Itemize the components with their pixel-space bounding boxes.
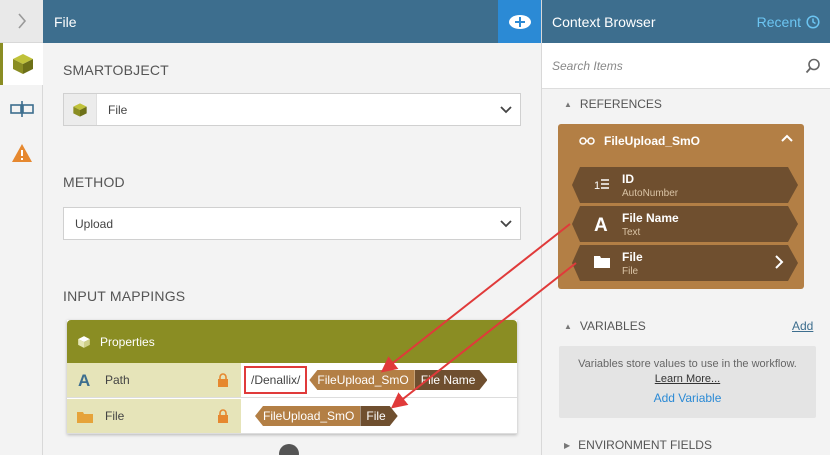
field-type: AutoNumber xyxy=(622,188,679,199)
chevron-right-icon[interactable] xyxy=(774,255,784,269)
field-name: File xyxy=(622,250,643,264)
variables-section-toggle[interactable]: ▲ VARIABLES xyxy=(564,319,646,333)
search-input[interactable]: Search Items xyxy=(552,59,805,73)
smartobject-reference-name: FileUpload_SmO xyxy=(604,133,701,148)
property-name: Path xyxy=(105,373,130,387)
text-type-icon: A xyxy=(594,215,610,233)
smartobject-icon xyxy=(13,54,33,74)
field-type: File xyxy=(622,266,639,277)
smartobject-value: File xyxy=(108,102,128,117)
context-browser-header: Context Browser Recent xyxy=(542,0,830,43)
property-name: File xyxy=(105,409,125,423)
expand-triangle-icon: ▶ xyxy=(564,440,571,450)
folder-icon xyxy=(594,254,610,268)
environment-fields-label: ENVIRONMENT FIELDS xyxy=(578,438,712,452)
reference-field-id[interactable]: 1 ID AutoNumber xyxy=(572,167,798,203)
add-mapping-button[interactable] xyxy=(279,444,299,455)
chevron-down-icon xyxy=(492,219,520,228)
path-literal: /Denallix/ xyxy=(244,366,308,394)
reference-field-file-name[interactable]: A File Name Text xyxy=(572,206,798,242)
smartobject-reference-card: FileUpload_SmO 1 ID AutoNumber A File Na… xyxy=(558,124,804,289)
wizard-panel: File SMARTOBJECT File METHOD Upload INPU… xyxy=(43,0,541,455)
field-name: ID xyxy=(622,172,634,186)
mapping-row-path: A Path /Denallix/ FileUpload_SmO File Na… xyxy=(67,363,517,398)
chevron-right-icon xyxy=(17,13,26,29)
chevron-down-icon xyxy=(492,105,520,114)
autonumber-icon: 1 xyxy=(594,176,610,192)
method-label: METHOD xyxy=(63,174,125,190)
smartobject-reference-icon xyxy=(579,136,595,145)
collapse-triangle-icon: ▲ xyxy=(564,321,572,331)
token-source: FileUpload_SmO xyxy=(309,370,415,390)
method-select[interactable]: Upload xyxy=(63,207,521,240)
field-name: File Name xyxy=(622,211,679,225)
collapse-triangle-icon: ▲ xyxy=(564,99,572,109)
smartobject-select[interactable]: File xyxy=(63,93,521,126)
warning-icon xyxy=(11,144,32,162)
references-label: REFERENCES xyxy=(579,97,662,111)
reference-token[interactable]: FileUpload_SmO File xyxy=(255,406,398,426)
search-icon[interactable] xyxy=(805,58,821,74)
smartobject-reference-header[interactable]: FileUpload_SmO xyxy=(558,124,804,157)
references-section-toggle[interactable]: ▲ REFERENCES xyxy=(564,97,662,111)
properties-title: Properties xyxy=(100,334,155,349)
token-field: File xyxy=(360,406,397,426)
properties-icon xyxy=(78,335,90,348)
clock-icon xyxy=(806,14,820,29)
expand-rail-button[interactable] xyxy=(0,0,43,43)
text-type-icon: A xyxy=(78,372,90,388)
variables-empty-box: Variables store values to use in the wor… xyxy=(559,346,816,418)
properties-header[interactable]: Properties xyxy=(67,320,517,363)
add-variable-link[interactable]: Add xyxy=(792,319,813,333)
property-value-field[interactable]: FileUpload_SmO File xyxy=(241,399,517,433)
input-mapping-icon xyxy=(9,101,34,117)
folder-icon xyxy=(77,411,93,423)
svg-text:1: 1 xyxy=(594,180,600,192)
svg-text:A: A xyxy=(594,215,608,233)
search-box[interactable]: Search Items xyxy=(542,43,830,89)
learn-more-link[interactable]: Learn More... xyxy=(559,372,816,387)
field-type: Text xyxy=(622,227,641,238)
variables-label: VARIABLES xyxy=(579,319,646,333)
reference-field-file[interactable]: File File xyxy=(572,245,798,281)
recent-label: Recent xyxy=(756,13,801,30)
properties-table: Properties A Path /Denallix/ FileUpload_… xyxy=(67,320,517,434)
smartobject-icon xyxy=(64,94,97,125)
lock-icon xyxy=(218,409,228,423)
rail-warning-tab[interactable] xyxy=(0,132,43,174)
environment-fields-section-toggle[interactable]: ▶ ENVIRONMENT FIELDS xyxy=(564,438,712,452)
mapping-row-file: File FileUpload_SmO File xyxy=(67,399,517,434)
lock-icon xyxy=(218,373,228,387)
method-value: Upload xyxy=(75,216,114,231)
input-mappings-label: INPUT MAPPINGS xyxy=(63,288,186,304)
recent-button[interactable]: Recent xyxy=(757,14,820,30)
rail-smartobject-tab[interactable] xyxy=(0,43,43,85)
token-field: File Name xyxy=(415,370,488,390)
smartobject-label: SMARTOBJECT xyxy=(63,62,169,78)
variables-description: Variables store values to use in the wor… xyxy=(578,358,797,370)
property-value-field[interactable]: /Denallix/ FileUpload_SmO File Name xyxy=(241,363,517,397)
add-variable-button[interactable]: Add Variable xyxy=(559,391,816,406)
chevron-up-icon[interactable] xyxy=(780,132,794,146)
left-rail xyxy=(0,0,43,455)
rail-mapping-tab[interactable] xyxy=(0,88,43,130)
context-browser-title: Context Browser xyxy=(552,13,656,30)
property-label-cell: File xyxy=(67,399,241,433)
context-browser: Context Browser Recent Search Items ▲ RE… xyxy=(541,0,830,455)
svg-text:A: A xyxy=(78,372,90,388)
property-label-cell: A Path xyxy=(67,363,241,397)
panel-title: File xyxy=(54,13,77,30)
add-icon xyxy=(508,14,531,29)
reference-token[interactable]: FileUpload_SmO File Name xyxy=(309,370,487,390)
toggle-context-browser-button[interactable] xyxy=(498,0,541,43)
token-source: FileUpload_SmO xyxy=(255,406,361,426)
panel-header: File xyxy=(43,0,541,43)
